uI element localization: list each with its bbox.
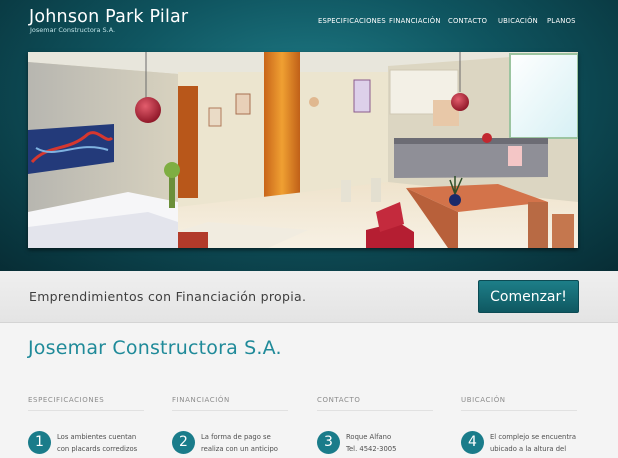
feature-line: ubicado a la altura del (490, 444, 567, 453)
feature-financiacion: FINANCIACIÓN 2 La forma de pago se reali… (172, 396, 302, 454)
feature-line: Los ambientes cuentan (57, 433, 137, 441)
divider (172, 410, 288, 411)
feature-heading: ESPECIFICACIONES (28, 396, 105, 404)
feature-ubicacion: UBICACIÓN 4 El complejo se encuentra ubi… (461, 396, 591, 454)
feature-line: con placards corredizos (57, 444, 138, 453)
feature-heading: CONTACTO (317, 396, 361, 404)
nav-planos[interactable]: PLANOS (547, 17, 576, 25)
comenzar-button[interactable]: Comenzar! (478, 280, 579, 313)
feature-text: La forma de pago se realiza con un antic… (201, 432, 295, 455)
divider (461, 410, 577, 411)
feature-text: El complejo se encuentra ubicado a la al… (490, 432, 584, 455)
feature-line: Tel. 4542-3005 (346, 444, 397, 453)
nav-financiacion[interactable]: FINANCIACIÓN (389, 17, 441, 25)
feature-text: Roque Alfano Tel. 4542-3005 (346, 432, 440, 455)
feature-heading: UBICACIÓN (461, 396, 506, 404)
divider (317, 410, 433, 411)
hero-image (28, 52, 578, 248)
feature-line: El complejo se encuentra (490, 433, 576, 441)
main-nav: ESPECIFICACIONES FINANCIACIÓN CONTACTO U… (0, 17, 618, 29)
feature-line: realiza con un anticipo (201, 444, 278, 453)
divider (28, 410, 144, 411)
step-number-badge: 3 (317, 431, 340, 454)
nav-especificaciones[interactable]: ESPECIFICACIONES (318, 17, 386, 25)
feature-line: Roque Alfano (346, 433, 392, 441)
site-header: Johnson Park Pilar Josemar Constructora … (0, 0, 618, 271)
company-title: Josemar Constructora S.A. (28, 337, 282, 359)
step-number-badge: 1 (28, 431, 51, 454)
feature-heading: FINANCIACIÓN (172, 396, 230, 404)
feature-especificaciones: ESPECIFICACIONES 1 Los ambientes cuentan… (28, 396, 158, 454)
feature-line: La forma de pago se (201, 433, 271, 441)
feature-contacto: CONTACTO 3 Roque Alfano Tel. 4542-3005 (317, 396, 447, 454)
cta-tagline: Emprendimientos con Financiación propia. (29, 289, 307, 304)
step-number-badge: 4 (461, 431, 484, 454)
step-number-badge: 2 (172, 431, 195, 454)
nav-contacto[interactable]: CONTACTO (448, 17, 487, 25)
nav-ubicacion[interactable]: UBICACIÓN (498, 17, 538, 25)
feature-text: Los ambientes cuentan con placards corre… (57, 432, 151, 455)
